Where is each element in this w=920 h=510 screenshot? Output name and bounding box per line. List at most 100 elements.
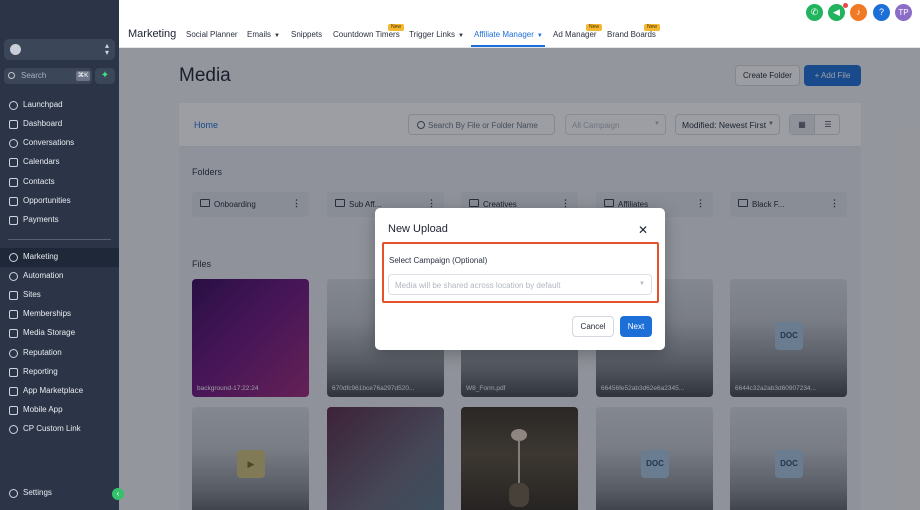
- phone-button[interactable]: ✆: [806, 4, 823, 21]
- sidebar-item-label: Reporting: [23, 367, 58, 376]
- link-icon: [9, 425, 18, 434]
- sidebar-item-app-marketplace[interactable]: App Marketplace: [0, 382, 119, 401]
- gear-icon: [9, 489, 18, 498]
- bell-icon: ♪: [856, 7, 861, 17]
- sidebar-item-automation[interactable]: Automation: [0, 267, 119, 286]
- tab-snippets[interactable]: Snippets: [291, 30, 322, 39]
- tab-ad-manager[interactable]: Ad Manager: [553, 30, 597, 39]
- sidebar-item-launchpad[interactable]: Launchpad: [0, 96, 119, 115]
- phone-icon: ✆: [810, 7, 819, 17]
- tab-emails[interactable]: Emails ▼: [247, 30, 280, 39]
- account-avatar-icon: [10, 44, 21, 55]
- sidebar-item-dashboard[interactable]: Dashboard: [0, 115, 119, 134]
- tab-countdown-timers[interactable]: Countdown Timers: [333, 30, 400, 39]
- sidebar-item-label: Payments: [23, 215, 59, 224]
- sidebar-item-reputation[interactable]: Reputation: [0, 344, 119, 363]
- help-button[interactable]: ?: [873, 4, 890, 21]
- marketplace-icon: [9, 387, 18, 396]
- top-navigation: Marketing Social Planner Emails ▼ Snippet…: [119, 0, 920, 48]
- payments-icon: [9, 216, 18, 225]
- close-icon[interactable]: ✕: [638, 223, 648, 237]
- sidebar-item-label: Marketing: [23, 252, 59, 261]
- sidebar-item-label: Calendars: [23, 157, 60, 166]
- tab-label: Emails: [247, 30, 272, 39]
- sparkle-icon: ✦: [100, 70, 110, 81]
- highlight-box: [382, 242, 659, 303]
- next-button[interactable]: Next: [620, 316, 652, 337]
- sidebar-item-label: Media Storage: [23, 328, 76, 337]
- tab-label: Affiliate Manager: [474, 30, 534, 39]
- user-avatar[interactable]: TP: [895, 4, 912, 21]
- chevron-updown-icon: ▴ ▾: [104, 41, 109, 57]
- rocket-icon: [9, 101, 18, 110]
- sidebar-item-reporting[interactable]: Reporting: [0, 363, 119, 382]
- sidebar-item-mobile-app[interactable]: Mobile App: [0, 401, 119, 420]
- ai-assistant-button[interactable]: ✦: [95, 68, 115, 84]
- tab-label: Trigger Links: [409, 30, 455, 39]
- chevron-down-icon: ▼: [274, 33, 280, 39]
- chevron-down-icon: ▼: [536, 33, 543, 39]
- notifications-button[interactable]: ♪: [850, 4, 867, 21]
- dashboard-icon: [9, 120, 18, 129]
- calendar-icon: [9, 158, 18, 167]
- send-icon: [9, 253, 18, 262]
- sidebar-collapse-button[interactable]: ‹: [112, 488, 124, 500]
- memberships-icon: [9, 310, 18, 319]
- reporting-icon: [9, 368, 18, 377]
- sidebar-search-placeholder: Search: [21, 71, 47, 80]
- sidebar-item-media-storage[interactable]: Media Storage: [0, 324, 119, 343]
- sidebar-item-sites[interactable]: Sites: [0, 286, 119, 305]
- sidebar-item-memberships[interactable]: Memberships: [0, 305, 119, 324]
- star-icon: [9, 349, 18, 358]
- sidebar-item-marketing[interactable]: Marketing: [0, 248, 119, 267]
- sites-icon: [9, 291, 18, 300]
- active-tab-indicator: [471, 45, 545, 47]
- section-title: Marketing: [128, 28, 177, 40]
- sidebar-item-cp-custom-link[interactable]: CP Custom Link: [0, 420, 119, 439]
- opportunities-icon: [9, 197, 18, 206]
- sidebar-item-opportunities[interactable]: Opportunities: [0, 192, 119, 211]
- sidebar: ▴ ▾ Search ⌘K ✦ Launchpad Dashboard Conve…: [0, 0, 119, 510]
- contacts-icon: [9, 178, 18, 187]
- sidebar-item-label: CP Custom Link: [23, 424, 81, 433]
- sidebar-item-payments[interactable]: Payments: [0, 211, 119, 230]
- tab-social-planner[interactable]: Social Planner: [186, 30, 238, 39]
- automation-icon: [9, 272, 18, 281]
- search-shortcut-badge: ⌘K: [76, 71, 90, 81]
- sidebar-item-label: Contacts: [23, 177, 55, 186]
- sidebar-item-label: Mobile App: [23, 405, 63, 414]
- sidebar-item-label: App Marketplace: [23, 386, 84, 395]
- sidebar-item-contacts[interactable]: Contacts: [0, 173, 119, 192]
- tab-label: Brand Boards: [607, 30, 656, 39]
- sidebar-item-label: Dashboard: [23, 119, 63, 128]
- chat-icon: [9, 139, 18, 148]
- sidebar-item-label: Memberships: [23, 309, 72, 318]
- tab-affiliate-manager[interactable]: Affiliate Manager ▼: [474, 30, 543, 39]
- account-switcher[interactable]: ▴ ▾: [4, 39, 115, 60]
- chevron-down-icon: ▼: [457, 33, 464, 39]
- help-icon: ?: [878, 7, 884, 17]
- tab-trigger-links[interactable]: Trigger Links ▼: [409, 30, 464, 39]
- notification-dot: [843, 3, 848, 8]
- sidebar-item-label: Opportunities: [23, 196, 71, 205]
- sidebar-item-label: Launchpad: [23, 100, 63, 109]
- sidebar-search[interactable]: Search ⌘K: [4, 68, 92, 84]
- mobile-icon: [9, 406, 18, 415]
- sidebar-item-label: Sites: [23, 290, 41, 299]
- tab-label: Snippets: [291, 30, 323, 39]
- sidebar-item-calendars[interactable]: Calendars: [0, 153, 119, 172]
- chevron-left-icon: ‹: [116, 489, 120, 498]
- cancel-button[interactable]: Cancel: [572, 316, 614, 337]
- megaphone-icon: ◀: [833, 7, 840, 17]
- sidebar-item-label: Automation: [23, 271, 64, 280]
- search-icon: [8, 72, 15, 79]
- sidebar-item-label: Reputation: [23, 348, 62, 357]
- sidebar-item-conversations[interactable]: Conversations: [0, 134, 119, 153]
- modal-title: New Upload: [388, 223, 448, 235]
- sidebar-item-settings[interactable]: Settings: [0, 484, 119, 503]
- tab-brand-boards[interactable]: Brand Boards: [607, 30, 656, 39]
- tab-label: Social Planner: [186, 30, 238, 39]
- sidebar-item-label: Settings: [23, 488, 52, 497]
- sidebar-divider: [8, 239, 111, 240]
- media-icon: [9, 329, 18, 338]
